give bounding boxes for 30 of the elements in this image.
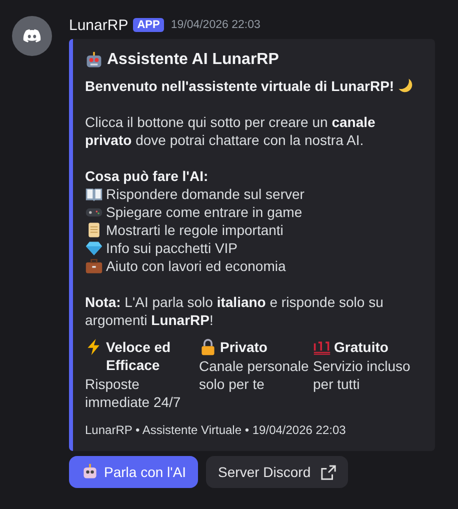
diamond-icon <box>85 239 103 257</box>
embed-footer: LunarRP • Assistente Virtuale • 19/04/2026 22:03 <box>85 421 423 439</box>
chat-button[interactable]: Parla con l'AI <box>69 456 198 488</box>
feature-item: Spiegare come entrare in game <box>106 203 302 221</box>
controller-logo-icon <box>21 27 43 45</box>
embed-title: Assistente AI LunarRP <box>107 51 279 69</box>
intro-text: Clicca il bottone qui sotto per creare un canale privato dove potrai chattare con la nostra AI. <box>85 113 376 149</box>
external-link-icon <box>320 464 336 480</box>
link-button[interactable]: Server Discord <box>206 456 348 488</box>
feature-item: Info sui pacchetti VIP <box>106 239 238 257</box>
field-name: Privato <box>220 338 268 356</box>
field-value: Servizio incluso per tutti <box>313 357 412 393</box>
welcome-text: Benvenuto nell'assistente virtuale di LunarRP! <box>85 77 394 95</box>
briefcase-icon <box>85 257 103 275</box>
field-name: Veloce ed Efficace <box>106 338 172 374</box>
field-value: Canale personale solo per te <box>199 357 310 393</box>
robot-icon <box>85 51 103 69</box>
robot-icon <box>81 463 99 481</box>
app-badge: APP <box>133 18 164 32</box>
author-name[interactable]: LunarRP <box>69 16 128 34</box>
feature-item: Rispondere domande sul server <box>106 185 304 203</box>
features-heading: Cosa può fare l'AI: <box>85 167 210 185</box>
avatar[interactable] <box>12 16 52 56</box>
field-name: Gratuito <box>334 338 388 356</box>
timestamp: 19/04/2026 22:03 <box>170 19 260 31</box>
note-text: Nota: L'AI parla solo italiano e risponde solo su argomenti LunarRP! <box>85 293 384 329</box>
feature-item: Mostrarti le regole importanti <box>106 221 284 239</box>
feature-item: Aiuto con lavori ed economia <box>106 257 286 275</box>
field-value: Risposte immediate 24/7 <box>85 375 182 411</box>
lock-icon <box>199 338 217 356</box>
